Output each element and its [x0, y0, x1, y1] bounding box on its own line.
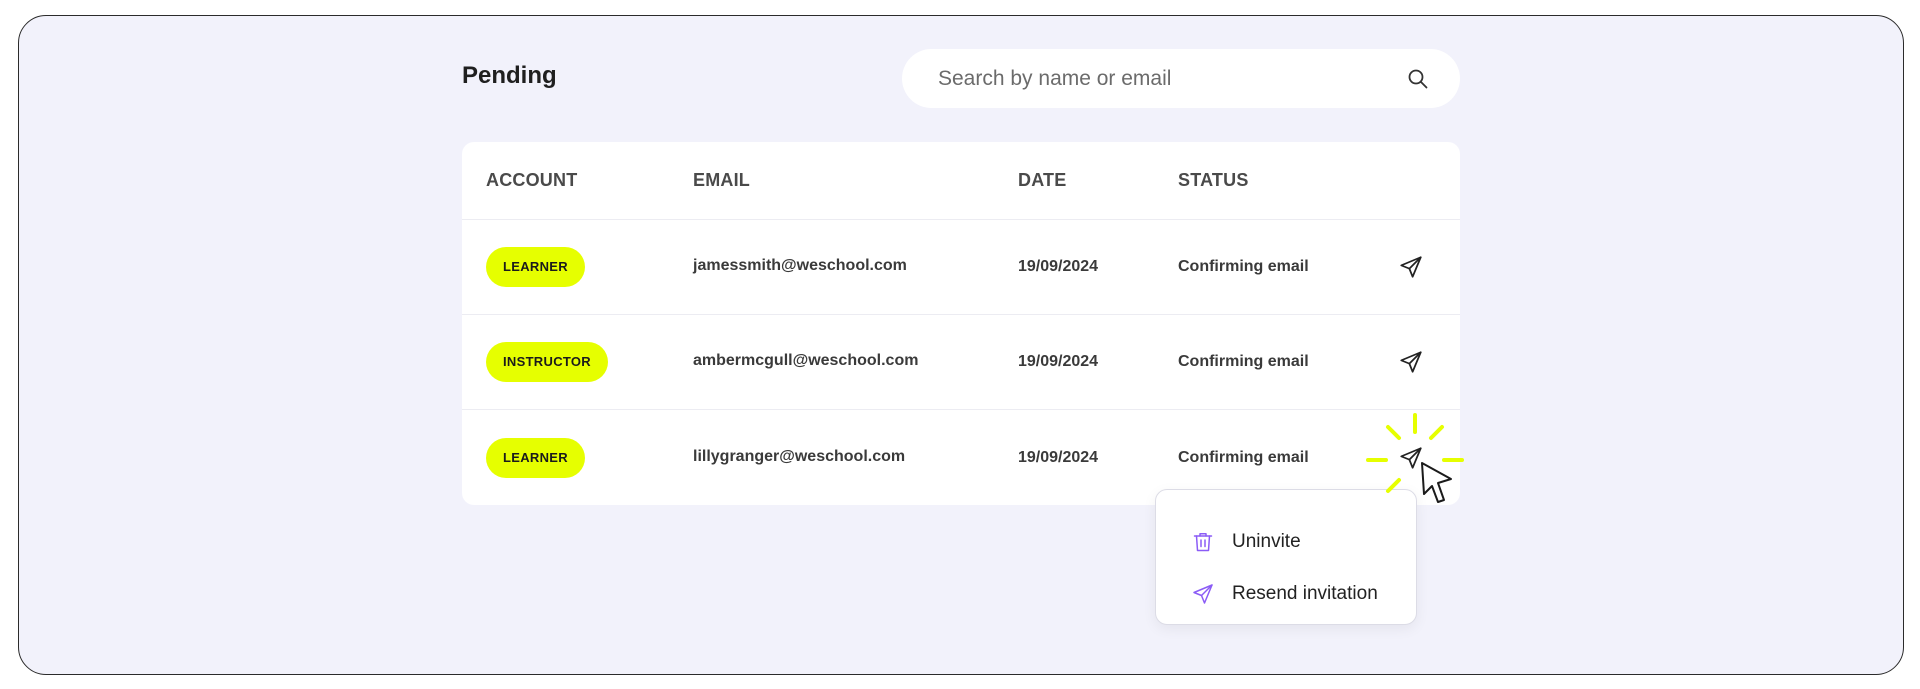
send-icon[interactable]	[1396, 443, 1426, 473]
search-input[interactable]	[938, 66, 1406, 91]
search-icon[interactable]	[1406, 67, 1430, 91]
row-status: Confirming email	[1178, 448, 1309, 466]
header-date: DATE	[1018, 170, 1067, 190]
row-status: Confirming email	[1178, 353, 1309, 370]
row-date: 19/09/2024	[1018, 353, 1099, 370]
row-email: ambermcgull@weschool.com	[693, 352, 919, 369]
row-status: Confirming email	[1178, 258, 1309, 275]
trash-icon	[1190, 529, 1216, 555]
search-bar[interactable]	[902, 49, 1460, 108]
row-email: lillygranger@weschool.com	[693, 447, 906, 465]
row-action-menu: Uninvite Resend invitation	[1155, 489, 1417, 625]
row-date: 19/09/2024	[1018, 258, 1099, 275]
table-row: LEARNER jamessmith@weschool.com 19/09/20…	[462, 220, 1460, 315]
header-account: ACCOUNT	[486, 170, 578, 190]
menu-item-resend[interactable]: Resend invitation	[1190, 568, 1416, 620]
send-icon	[1190, 581, 1216, 607]
send-icon[interactable]	[1396, 347, 1426, 377]
header-status: STATUS	[1178, 170, 1249, 190]
menu-item-label: Uninvite	[1232, 531, 1301, 552]
table-header: ACCOUNT EMAIL DATE STATUS	[462, 142, 1460, 220]
pending-table: ACCOUNT EMAIL DATE STATUS LEARNER jamess…	[462, 142, 1460, 505]
menu-item-uninvite[interactable]: Uninvite	[1190, 516, 1416, 568]
send-icon[interactable]	[1396, 252, 1426, 282]
table-row: INSTRUCTOR ambermcgull@weschool.com 19/0…	[462, 315, 1460, 410]
menu-item-label: Resend invitation	[1232, 583, 1378, 604]
row-date: 19/09/2024	[1018, 448, 1099, 466]
account-badge: INSTRUCTOR	[486, 342, 608, 382]
header-email: EMAIL	[693, 170, 750, 190]
account-badge: LEARNER	[486, 437, 585, 478]
account-badge: LEARNER	[486, 247, 585, 287]
row-email: jamessmith@weschool.com	[693, 257, 907, 274]
page-title: Pending	[462, 62, 557, 89]
